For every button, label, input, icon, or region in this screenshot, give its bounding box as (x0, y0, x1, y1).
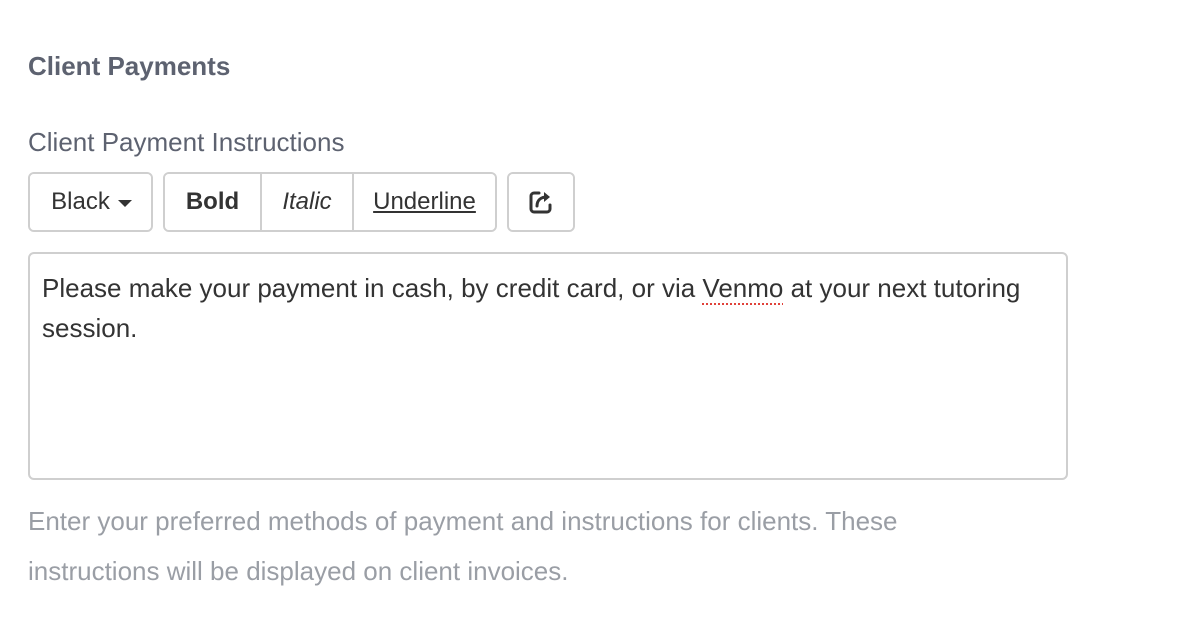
color-group: Black (28, 172, 153, 232)
action-group (507, 172, 575, 232)
bold-button[interactable]: Bold (165, 174, 260, 230)
payment-instructions-editor[interactable]: Please make your payment in cash, by cre… (28, 252, 1068, 480)
italic-button[interactable]: Italic (260, 174, 352, 230)
share-button[interactable] (509, 174, 573, 230)
help-text: Enter your preferred methods of payment … (28, 506, 898, 586)
payment-instructions-label: Client Payment Instructions (28, 127, 345, 157)
share-arrow-icon (529, 191, 552, 214)
underline-button[interactable]: Underline (352, 174, 495, 230)
editor-text-start: Please make your payment in cash, by cre… (42, 273, 703, 303)
misspelled-word[interactable]: Venmo (702, 273, 783, 303)
client-payments-settings: Client Payments Client Payment Instructi… (0, 0, 1194, 636)
caret-down-icon (117, 200, 132, 207)
section-title: Client Payments (28, 51, 231, 81)
color-dropdown-label: Black (51, 188, 110, 215)
editor-content[interactable]: Please make your payment in cash, by cre… (42, 268, 1042, 348)
color-dropdown-button[interactable]: Black (30, 174, 151, 230)
format-group: Bold Italic Underline (163, 172, 497, 232)
